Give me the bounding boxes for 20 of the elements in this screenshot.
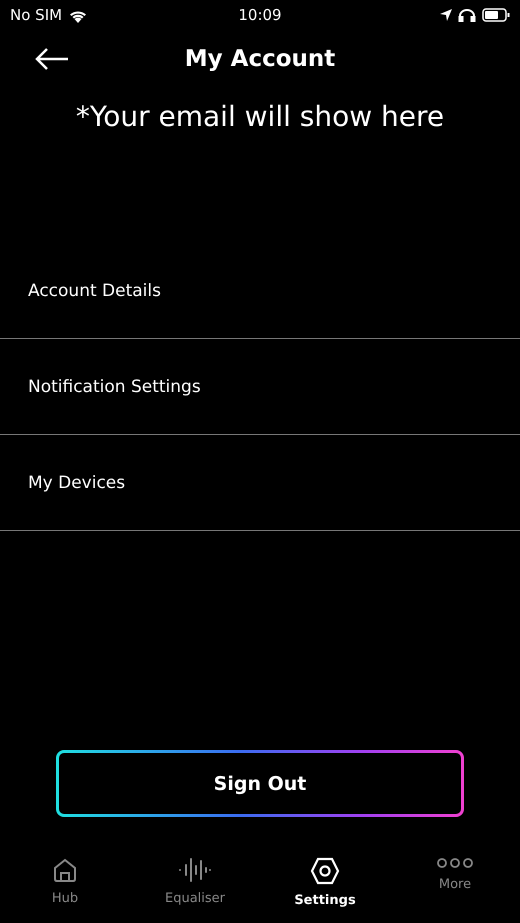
tab-bar-item[interactable]: More [390, 853, 520, 923]
email-placeholder-text: *Your email will show here [74, 100, 446, 133]
page-title: My Account [184, 46, 336, 72]
more-icon [436, 857, 474, 869]
waveform-icon [178, 857, 212, 883]
menu-item[interactable]: My Devices [0, 435, 520, 531]
sign-out-button[interactable]: Sign Out [56, 750, 464, 817]
tab-bar-item[interactable]: Settings [260, 853, 390, 923]
carrier-text: No SIM [10, 6, 62, 24]
settings-icon [310, 857, 340, 885]
menu-item[interactable]: Account Details [0, 243, 520, 339]
home-icon [52, 857, 78, 883]
menu-item[interactable]: Notification Settings [0, 339, 520, 435]
battery-icon [482, 8, 510, 22]
tab-bar-item[interactable]: Hub [0, 853, 130, 923]
clock-text: 10:09 [238, 6, 282, 24]
tab-bar-item[interactable]: Equaliser [130, 853, 260, 923]
back-arrow-icon [34, 47, 70, 71]
location-icon [440, 9, 452, 21]
headphones-icon [458, 8, 476, 22]
